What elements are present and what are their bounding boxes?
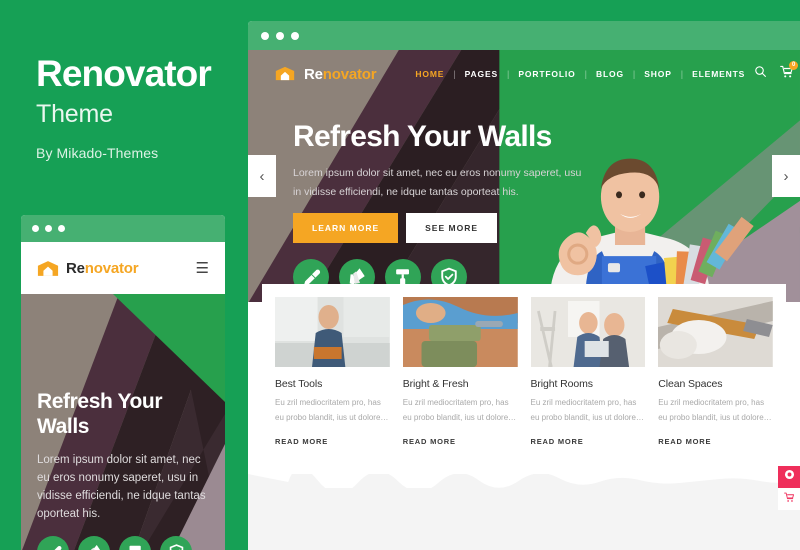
card-description: Eu zril mediocritatem pro, has eu probo … <box>530 398 644 422</box>
window-dot <box>45 225 52 232</box>
read-more-link[interactable]: READ MORE <box>658 437 711 446</box>
mobile-logo-text: Renovator <box>66 259 139 277</box>
slider-next-arrow[interactable]: › <box>772 155 800 197</box>
hero-heading: Refresh Your Walls <box>293 120 552 153</box>
browser-titlebar <box>248 21 800 50</box>
card-title: Bright Rooms <box>530 378 594 390</box>
card-item[interactable]: Bright & Fresh Eu zril mediocritatem pro… <box>402 297 518 449</box>
feature-cards: Best Tools Eu zril mediocritatem pro, ha… <box>262 284 786 465</box>
card-image-clean-spaces <box>658 297 773 367</box>
nav-item-shop[interactable]: SHOP <box>635 69 681 79</box>
card-title: Best Tools <box>275 378 323 390</box>
mobile-hamburger-menu-icon[interactable]: ☰ <box>196 261 209 276</box>
nav-item-elements[interactable]: ELEMENTS <box>683 69 754 79</box>
hero-content: Refresh Your Walls Lorem ipsum dolor sit… <box>248 98 800 296</box>
mobile-site-header: Renovator ☰ <box>21 242 225 294</box>
mobile-titlebar <box>21 215 225 242</box>
main-navigation: HOME | PAGES | PORTFOLIO | BLOG | SHOP |… <box>406 69 754 79</box>
mobile-hero: Refresh Your Walls Lorem ipsum dolor sit… <box>21 294 225 550</box>
cart-icon <box>784 490 795 508</box>
site-header: Renovator HOME | PAGES | PORTFOLIO | BLO… <box>248 50 800 98</box>
site-logo-text: Renovator <box>304 65 377 83</box>
promo-title: Renovator <box>36 53 212 94</box>
brush-stroke-graphic <box>318 539 428 550</box>
site-logo[interactable]: Renovator <box>275 65 377 83</box>
window-dot <box>58 225 65 232</box>
promo-byline: By Mikado-Themes <box>36 144 159 161</box>
card-image-bright-fresh <box>402 297 518 367</box>
cart-icon[interactable]: 0 <box>780 60 799 84</box>
card-image-bright-rooms <box>530 297 646 367</box>
window-dot <box>32 225 39 232</box>
slider-prev-arrow[interactable]: ‹ <box>248 155 276 197</box>
mobile-feature-icons <box>37 536 209 550</box>
card-description: Eu zril mediocritatem pro, has eu probo … <box>658 398 772 422</box>
purchase-badge-button[interactable] <box>778 466 800 488</box>
shield-check-icon[interactable] <box>160 536 192 550</box>
color-fan-icon[interactable] <box>78 536 110 550</box>
learn-more-button[interactable]: LEARN MORE <box>293 213 399 244</box>
window-dot-close[interactable] <box>261 31 269 40</box>
card-item[interactable]: Clean Spaces Eu zril mediocritatem pro, … <box>658 297 773 449</box>
window-dot-minimize[interactable] <box>276 31 284 40</box>
mobile-hero-paragraph: Lorem ipsum dolor sit amet, nec eu eros … <box>37 453 206 520</box>
browser-mockup: Renovator HOME | PAGES | PORTFOLIO | BLO… <box>245 18 800 550</box>
promo-subtitle: Theme <box>36 99 113 128</box>
search-icon[interactable] <box>754 65 767 83</box>
nav-item-blog[interactable]: BLOG <box>587 69 633 79</box>
mobile-mockup: Renovator ☰ Refresh Your Walls Lorem ips… <box>18 212 228 550</box>
bottom-section: Interior Renovation <box>248 473 800 550</box>
house-icon <box>37 260 59 277</box>
card-description: Eu zril mediocritatem pro, has eu probo … <box>402 398 517 422</box>
nav-item-portfolio[interactable]: PORTFOLIO <box>509 69 584 79</box>
cart-float-button[interactable] <box>778 488 800 510</box>
card-image-best-tools <box>275 297 390 367</box>
cart-badge: 0 <box>789 60 799 70</box>
torn-paper-divider <box>248 473 800 488</box>
window-dot-maximize[interactable] <box>291 31 299 40</box>
house-icon <box>275 66 297 83</box>
bottom-section-inner: Interior Renovation <box>248 539 800 550</box>
read-more-link[interactable]: READ MORE <box>531 437 584 446</box>
read-more-link[interactable]: READ MORE <box>403 437 456 446</box>
hero-button-group: LEARN MORE SEE MORE <box>293 213 800 244</box>
header-icon-group: 0 <box>754 60 800 84</box>
circle-target-icon <box>783 468 796 486</box>
floating-buttons <box>778 466 800 510</box>
card-title: Clean Spaces <box>658 378 723 390</box>
card-item[interactable]: Best Tools Eu zril mediocritatem pro, ha… <box>275 297 390 449</box>
card-title: Bright & Fresh <box>402 378 469 390</box>
putty-knife-icon[interactable] <box>37 536 69 550</box>
card-description: Eu zril mediocritatem pro, has eu probo … <box>275 398 389 422</box>
mobile-hero-heading: Refresh Your Walls <box>37 390 163 438</box>
read-more-link[interactable]: READ MORE <box>275 437 328 446</box>
see-more-button[interactable]: SEE MORE <box>406 213 498 244</box>
hero-paragraph: Lorem ipsum dolor sit amet, nec eu eros … <box>293 167 582 198</box>
card-item[interactable]: Bright Rooms Eu zril mediocritatem pro, … <box>530 297 646 449</box>
nav-item-home[interactable]: HOME <box>406 69 453 79</box>
nav-item-pages[interactable]: PAGES <box>456 69 507 79</box>
mobile-logo[interactable]: Renovator <box>37 259 139 277</box>
paint-roller-icon[interactable] <box>119 536 151 550</box>
